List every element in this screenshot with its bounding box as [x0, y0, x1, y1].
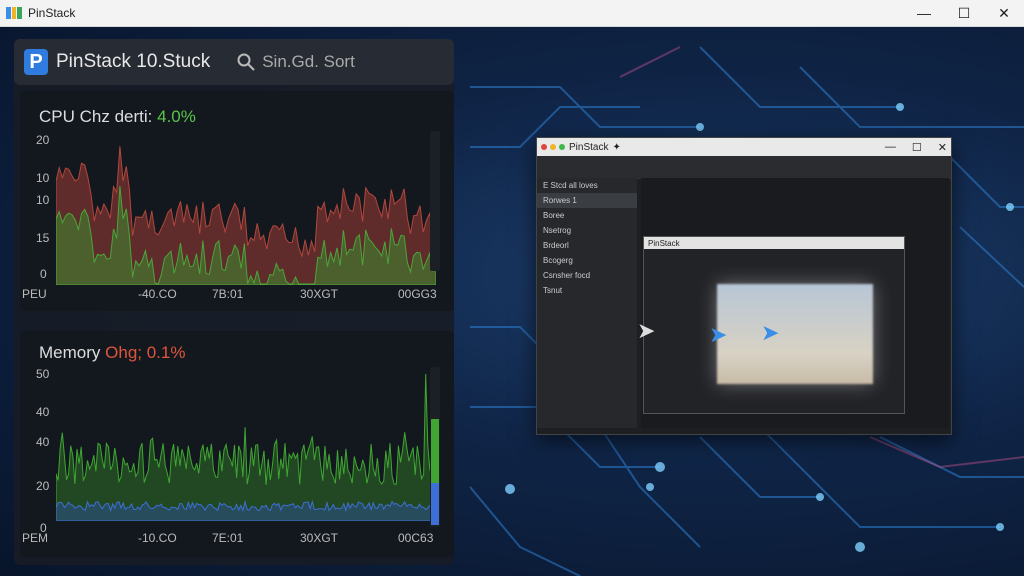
arrow-right-icon: ➤ — [709, 322, 728, 347]
brand-logo: P — [24, 49, 48, 75]
memory-y-tick: 20 — [36, 479, 50, 493]
sidebar-item[interactable]: Bcogerg — [537, 253, 637, 268]
pinned-window[interactable]: PinStack ✦ — ☐ ✕ E Stcd all loves Rorwes… — [536, 137, 952, 435]
app-logo-icon — [6, 7, 23, 19]
cpu-x-tick: 30XGT — [300, 287, 339, 301]
close-button[interactable]: ✕ — [984, 0, 1024, 26]
sidebar-item[interactable]: Boree — [537, 208, 637, 223]
memory-y-tick: 40 — [36, 405, 50, 419]
monitor-panel: P PinStack 10.Stuck Sin.Gd. Sort CPU Chz… — [14, 39, 454, 565]
window-title: PinStack — [28, 6, 76, 20]
arrow-right-icon: ➤ — [637, 318, 656, 343]
cpu-x-tick: 00GG3 — [398, 287, 437, 301]
cpu-y-tick: 10 — [36, 193, 50, 207]
window-titlebar: PinStack — ☐ ✕ — [0, 0, 1024, 27]
cpu-y-tick: 15 — [36, 231, 50, 245]
arrow-right-icon: ➤ — [761, 320, 780, 345]
cpu-scrollbar[interactable] — [430, 131, 440, 271]
desktop-background: P PinStack 10.Stuck Sin.Gd. Sort CPU Chz… — [0, 27, 1024, 576]
image-preview — [717, 284, 873, 384]
memory-scrollbar[interactable] — [430, 367, 440, 527]
memory-chart-card: Memory Ohg; 0.1% 50 40 40 20 0 PEM -10.C… — [20, 331, 454, 557]
pinned-toolbar — [537, 156, 951, 179]
pinned-sidebar: E Stcd all loves Rorwes 1 Boree Nsetrog … — [537, 178, 637, 428]
pinned-close-button[interactable]: ✕ — [938, 141, 947, 154]
memory-x-tick: 00C63 — [398, 531, 434, 545]
memory-chart-title: Memory Ohg; 0.1% — [39, 343, 186, 362]
cpu-chart-card: CPU Chz derti: 4.0% 20 10 10 15 0 PEU -4… — [20, 91, 454, 311]
cpu-plot-area — [56, 146, 436, 285]
pinned-window-title: PinStack — [569, 141, 609, 153]
maximize-button[interactable]: ☐ — [944, 0, 984, 26]
pinned-window-titlebar: PinStack ✦ — ☐ ✕ — [537, 138, 951, 156]
memory-series-green — [56, 373, 432, 521]
memory-x-tick: 30XGT — [300, 531, 339, 545]
pinned-maximize-button[interactable]: ☐ — [912, 141, 922, 154]
sidebar-item[interactable]: E Stcd all loves — [537, 178, 637, 193]
cpu-y-tick: 20 — [36, 133, 50, 147]
sidebar-item[interactable]: Tsnut — [537, 283, 637, 298]
sidebar-item[interactable]: Csnsher focd — [537, 268, 637, 283]
minimize-button[interactable]: — — [904, 0, 944, 26]
cpu-y-tick: 0 — [40, 267, 47, 281]
sidebar-item[interactable]: Nsetrog — [537, 223, 637, 238]
sidebar-item[interactable]: Brdeorl — [537, 238, 637, 253]
header-bar: P PinStack 10.Stuck Sin.Gd. Sort — [14, 39, 454, 85]
search-icon[interactable] — [236, 52, 256, 72]
cpu-chart-title: CPU Chz derti: 4.0% — [39, 107, 196, 126]
sidebar-item[interactable]: Rorwes 1 — [537, 193, 637, 208]
pinned-minimize-button[interactable]: — — [885, 141, 896, 153]
cpu-y-tick: 10 — [36, 171, 50, 185]
memory-plot-area — [56, 373, 432, 521]
nested-window-title: PinStack — [648, 238, 680, 248]
memory-x-tick: -10.CO — [138, 531, 177, 545]
pin-icon[interactable]: ✦ — [612, 142, 620, 153]
app-name: PinStack 10.Stuck — [56, 51, 211, 72]
cpu-x-tick: -40.CO — [138, 287, 177, 301]
memory-y-tick: 40 — [36, 435, 50, 449]
cpu-x-tick: PEU — [22, 287, 47, 301]
memory-x-tick: PEM — [22, 531, 49, 545]
memory-x-tick: 7E:01 — [212, 531, 244, 545]
search-input[interactable]: Sin.Gd. Sort — [262, 52, 355, 72]
cpu-x-tick: 7B:01 — [212, 287, 244, 301]
memory-y-tick: 50 — [36, 367, 50, 381]
